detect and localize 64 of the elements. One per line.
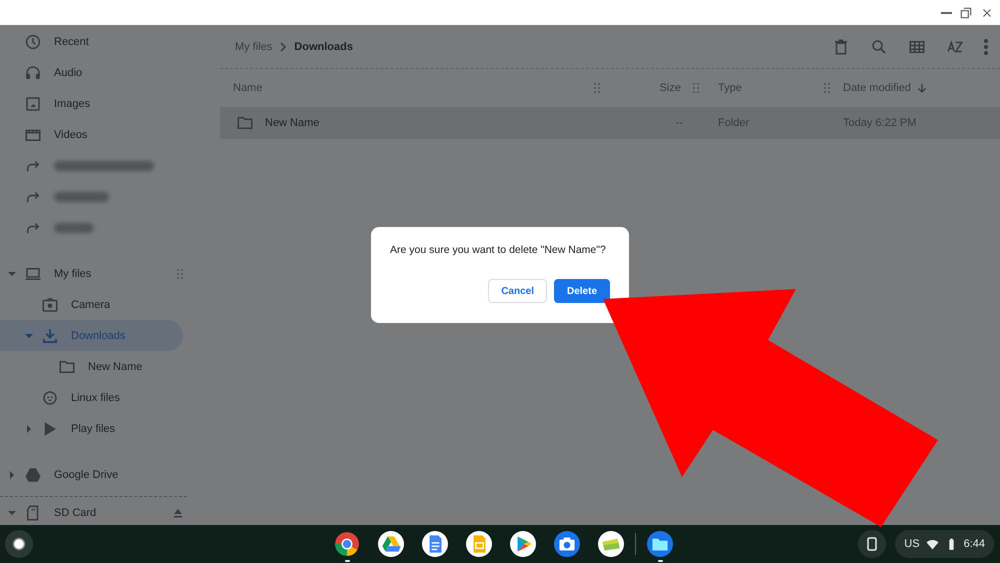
blurred-label [54, 222, 94, 232]
drag-handle-icon[interactable] [177, 268, 183, 278]
delete-button[interactable]: Delete [554, 279, 610, 303]
sort-arrow-icon[interactable] [916, 83, 927, 93]
sticky-notes-icon [598, 531, 624, 557]
dialog-message: Are you sure you want to delete "New Name"? [390, 244, 607, 256]
download-icon [41, 326, 59, 344]
files-icon [647, 531, 673, 557]
play-store-icon [510, 531, 536, 557]
launcher-icon [12, 537, 26, 551]
chevron-right-icon [279, 42, 288, 52]
expand-arrow-icon[interactable] [8, 508, 16, 516]
column-resize-icon[interactable] [693, 83, 699, 93]
sidebar-item[interactable]: Videos [0, 119, 183, 150]
column-header[interactable]: Type [718, 82, 742, 94]
sidebar-item[interactable]: Audio [0, 57, 183, 88]
launcher-button[interactable] [5, 530, 33, 558]
breadcrumb-item[interactable]: My files [228, 36, 280, 56]
column-header[interactable]: Size [660, 82, 681, 94]
phone-hub-button[interactable] [858, 530, 886, 558]
sidebar-item[interactable]: My files [0, 258, 183, 289]
status-tray[interactable]: US 6:44 [895, 530, 994, 558]
sidebar-item[interactable]: SD Card [0, 497, 183, 525]
column-header[interactable]: Date modified [843, 82, 911, 94]
sidebar-item[interactable]: New Name [0, 351, 183, 382]
camera-icon [41, 296, 59, 314]
expand-arrow-icon[interactable] [8, 470, 16, 478]
phone-icon [866, 537, 878, 551]
chrome-icon [334, 531, 360, 557]
expand-arrow-icon[interactable] [25, 332, 33, 340]
clock-icon [24, 32, 42, 50]
column-resize-icon[interactable] [594, 83, 600, 93]
cancel-button[interactable]: Cancel [488, 279, 547, 303]
folder-icon [236, 114, 254, 132]
column-header[interactable]: Name [233, 82, 262, 94]
camera-icon [554, 531, 580, 557]
delete-icon [832, 38, 850, 56]
sidebar-item[interactable]: Downloads [0, 320, 183, 351]
wifi-icon [926, 538, 939, 550]
slides-icon [466, 531, 492, 557]
expand-arrow-icon[interactable] [25, 424, 33, 432]
image-icon [24, 94, 42, 112]
sidebar-item[interactable]: Play files [0, 413, 183, 444]
docs-icon [422, 531, 448, 557]
column-resize-icon[interactable] [824, 83, 830, 93]
keyboard-layout: US [904, 538, 920, 550]
sidebar-item[interactable]: Camera [0, 289, 183, 320]
breadcrumb-item[interactable]: Downloads [287, 36, 360, 56]
sidebar-item[interactable]: Images [0, 88, 183, 119]
headphones-icon [24, 64, 42, 82]
eject-icon[interactable] [173, 508, 183, 518]
sidebar-item[interactable]: Linux files [0, 382, 183, 413]
search-icon [870, 38, 888, 56]
file-name: New Name [265, 117, 320, 129]
blurred-label [54, 192, 109, 202]
sort-az-icon [946, 38, 964, 56]
sidebar-item[interactable]: Google Drive [0, 459, 183, 490]
minimize-icon[interactable] [941, 12, 952, 14]
table-cell-text: -- [674, 116, 684, 131]
more-vert-icon[interactable] [984, 38, 988, 54]
expand-arrow-icon[interactable] [8, 270, 16, 278]
sidebar-item[interactable]: Recent [0, 26, 183, 57]
clock-time: 6:44 [964, 538, 985, 550]
restore-icon [959, 6, 973, 20]
